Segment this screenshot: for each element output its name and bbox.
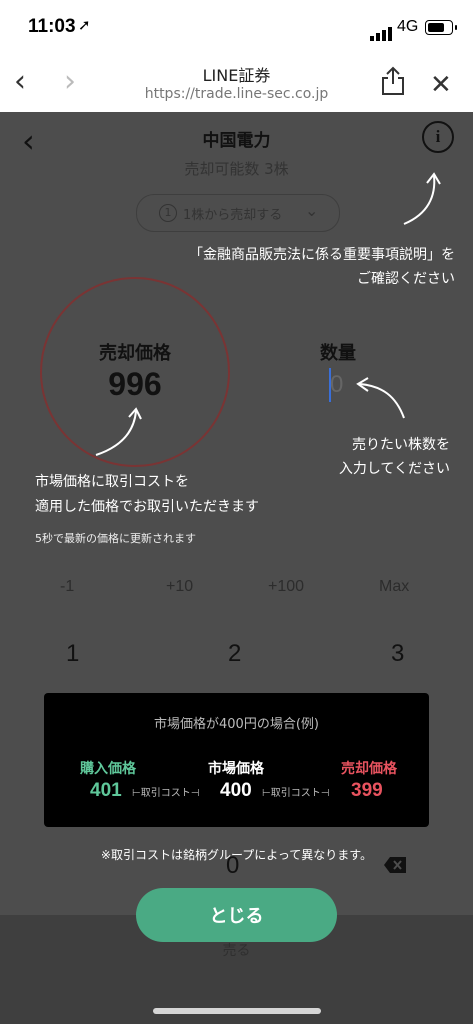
plus-ten-button[interactable]: +10 (166, 578, 193, 596)
important-notice-tip: 「金融商品販売法に係る重要事項説明」を ご確認ください (189, 247, 455, 287)
example-title: 市場価格が400円の場合(例) (154, 717, 319, 732)
chevron-down-icon: ⌄ (305, 201, 319, 220)
example-buy-value: 401 (90, 780, 122, 801)
refresh-note: 5秒で最新の価格に更新されます (35, 532, 196, 545)
cost-note: ※取引コストは銘柄グループによって異なります。 (100, 848, 373, 862)
share-icon[interactable] (380, 66, 406, 96)
example-market-value: 400 (220, 780, 252, 801)
sell-price-value: 996 (108, 366, 162, 402)
info-icon[interactable]: i (422, 121, 454, 153)
max-button[interactable]: Max (379, 578, 409, 596)
example-cost-left: ⊢取引コスト⊣ (132, 788, 200, 799)
signal-icon (370, 22, 394, 41)
stock-name: 中国電力 (202, 131, 271, 151)
sell-price-label: 売却価格 (99, 343, 171, 364)
market-price-tip: 市場価格に取引コストを 適用した価格でお取引いただきます (35, 474, 259, 515)
close-button[interactable]: とじる (136, 888, 337, 942)
minus-one-button[interactable]: -1 (60, 578, 74, 596)
quantity-cursor (329, 368, 331, 402)
sell-button[interactable]: 売る (0, 940, 473, 960)
status-time: 11:03 (28, 16, 76, 37)
tip-arrow-info (403, 172, 441, 225)
key-1[interactable]: 1 (66, 640, 79, 668)
example-sell-value: 399 (351, 780, 383, 801)
home-indicator (153, 1008, 321, 1014)
unit-number-badge: 1 (159, 204, 177, 222)
unit-selector-label: 1株から売却する (183, 208, 283, 223)
quantity-label: 数量 (320, 343, 356, 364)
network-label: 4G (397, 18, 419, 35)
tip-arrow-quantity (356, 377, 405, 419)
browser-close-icon[interactable]: ✕ (430, 70, 452, 100)
location-arrow-icon: ➚ (78, 16, 91, 34)
unit-selector[interactable]: 1 1株から売却する ⌄ (136, 194, 340, 232)
example-sell-label: 売却価格 (341, 761, 397, 777)
example-market-label: 市場価格 (208, 761, 264, 777)
example-cost-right: ⊢取引コスト⊣ (262, 788, 330, 799)
key-2[interactable]: 2 (228, 640, 241, 668)
example-buy-label: 購入価格 (80, 761, 136, 777)
battery-icon (425, 20, 457, 35)
plus-hundred-button[interactable]: +100 (268, 578, 304, 596)
key-3[interactable]: 3 (391, 640, 404, 668)
tip-arrow-price (95, 407, 142, 456)
